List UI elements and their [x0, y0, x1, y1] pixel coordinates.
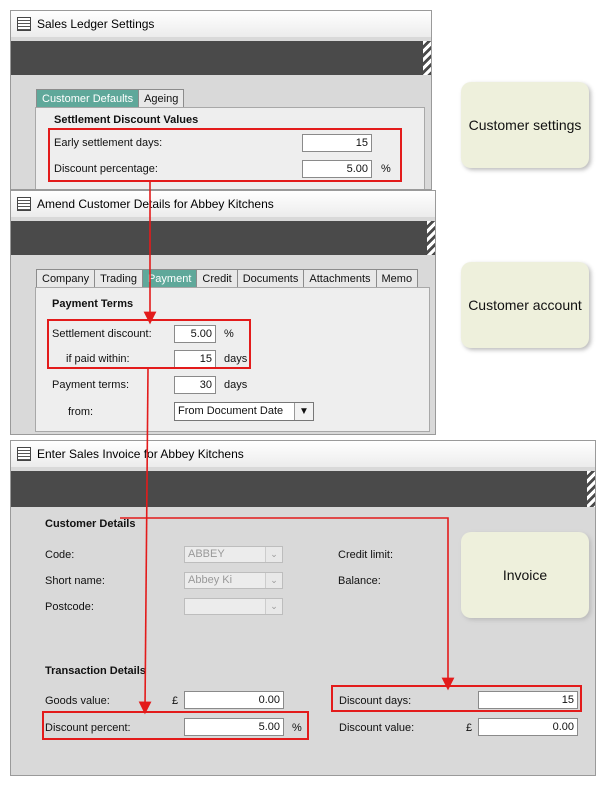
arrow-account-to-invoice-percent: [138, 368, 152, 715]
customer-settings-note: Customer settings: [461, 82, 589, 168]
customer-account-note: Customer account: [461, 262, 589, 348]
arrow-account-to-invoice-days: [120, 517, 455, 691]
invoice-note: Invoice: [461, 532, 589, 618]
